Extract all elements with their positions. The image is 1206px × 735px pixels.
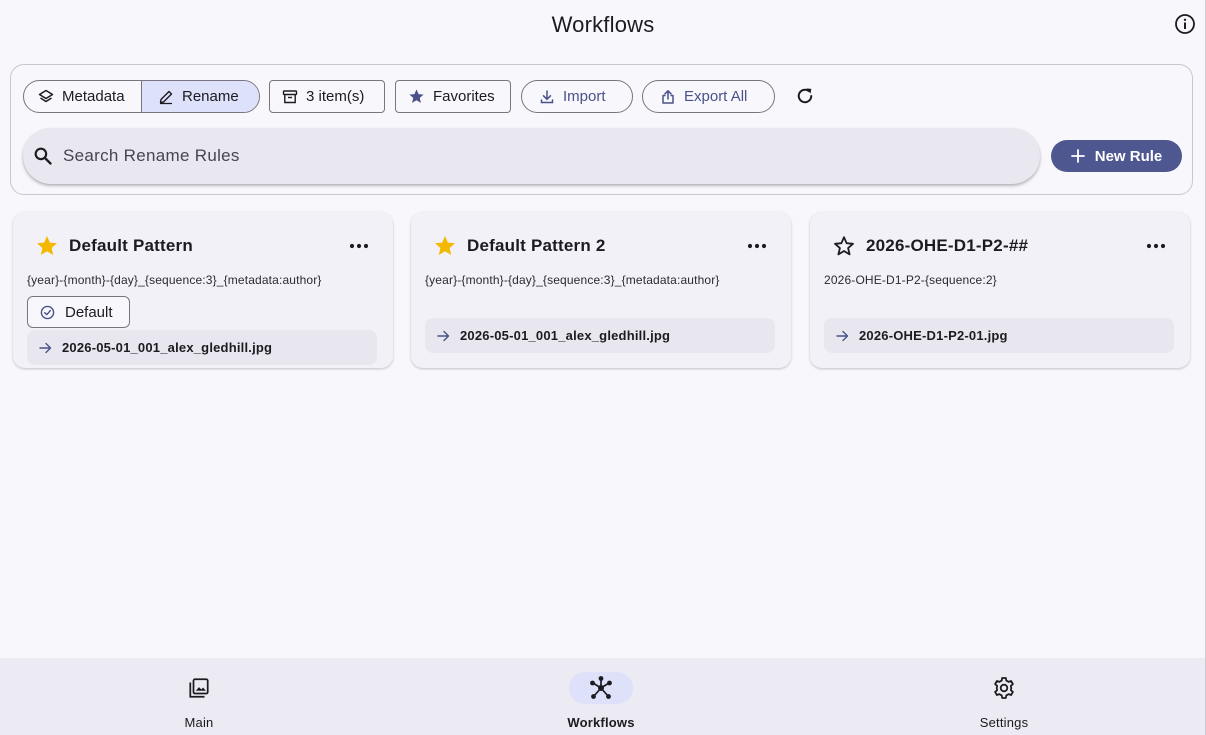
pencil-icon [159,90,173,104]
rule-card[interactable]: Default Pattern {year}-{month}-{day}_{se… [13,212,393,368]
search-input[interactable] [63,146,963,166]
star-filled-icon[interactable] [433,234,457,258]
default-chip-label: Default [65,303,113,321]
refresh-icon [797,88,813,104]
filename-preview: 2026-05-01_001_alex_gledhill.jpg [425,318,775,353]
items-button[interactable]: 3 item(s) [269,80,385,113]
more-options-button[interactable] [1144,236,1168,256]
preview-filename: 2026-05-01_001_alex_gledhill.jpg [62,340,273,355]
mode-segmented-control: Metadata Rename [23,80,260,113]
segment-rename[interactable]: Rename [142,81,259,112]
export-all-label: Export All [684,88,748,105]
nav-item-workflows[interactable]: Workflows [541,658,661,735]
rule-pattern: 2026-OHE-D1-P2-{sequence:2} [824,273,997,287]
nav-item-main[interactable]: Main [139,658,259,735]
new-rule-button[interactable]: New Rule [1051,140,1182,172]
default-chip[interactable]: Default [27,296,130,328]
plus-icon [1070,149,1085,163]
more-horizontal-icon [1146,243,1166,249]
more-options-button[interactable] [745,236,769,256]
nav-label-settings: Settings [979,715,1029,730]
info-icon [1175,14,1195,34]
check-circle-icon [40,305,55,319]
star-filled-icon [409,89,424,103]
segment-rename-label: Rename [182,88,239,105]
more-horizontal-icon [747,243,767,249]
segment-metadata[interactable]: Metadata [24,81,142,112]
preview-filename: 2026-05-01_001_alex_gledhill.jpg [460,328,671,343]
page-title: Workflows [551,12,655,37]
new-rule-label: New Rule [1094,147,1163,165]
archive-icon [282,89,298,103]
download-icon [540,89,554,103]
nav-item-settings[interactable]: Settings [944,658,1064,735]
rule-card[interactable]: Default Pattern 2 {year}-{month}-{day}_{… [411,212,791,368]
rule-pattern: {year}-{month}-{day}_{sequence:3}_{metad… [425,273,720,287]
info-button[interactable] [1174,13,1196,35]
favorites-label: Favorites [433,88,495,105]
bottom-navigation: Main Workflows Settings [0,658,1206,735]
title-bar: Workflows [0,0,1206,50]
preview-filename: 2026-OHE-D1-P2-01.jpg [859,328,1008,343]
card-title: Default Pattern [69,236,193,255]
nav-label-workflows: Workflows [567,715,635,730]
toolbar-panel: Metadata Rename 3 item(s) Favorites Impo… [10,64,1193,195]
card-header: 2026-OHE-D1-P2-## [832,234,1028,258]
import-label: Import [563,88,606,105]
more-horizontal-icon [349,243,369,249]
workflow-icon [590,676,612,699]
items-count-label: 3 item(s) [306,88,365,105]
more-options-button[interactable] [347,236,371,256]
filename-preview: 2026-OHE-D1-P2-01.jpg [824,318,1174,353]
refresh-button[interactable] [793,84,817,108]
layers-icon [38,89,54,102]
arrow-right-icon [39,342,52,353]
search-bar [23,128,1040,184]
card-title: Default Pattern 2 [467,236,606,255]
card-header: Default Pattern 2 [433,234,606,258]
arrow-right-icon [836,330,849,341]
rule-pattern: {year}-{month}-{day}_{sequence:3}_{metad… [27,273,322,287]
rule-card[interactable]: 2026-OHE-D1-P2-## 2026-OHE-D1-P2-{sequen… [810,212,1190,368]
search-icon [34,147,52,165]
share-icon [662,89,674,104]
nav-label-main: Main [184,715,214,730]
gallery-icon [189,678,209,698]
favorites-button[interactable]: Favorites [395,80,511,113]
filename-preview: 2026-05-01_001_alex_gledhill.jpg [27,330,377,365]
export-all-button[interactable]: Export All [642,80,775,113]
star-outline-icon[interactable] [832,234,856,258]
card-header: Default Pattern [35,234,193,258]
import-button[interactable]: Import [521,80,633,113]
segment-metadata-label: Metadata [62,88,125,105]
arrow-right-icon [437,330,450,341]
card-title: 2026-OHE-D1-P2-## [866,236,1029,255]
gear-icon [994,677,1014,699]
star-filled-icon[interactable] [35,234,59,258]
